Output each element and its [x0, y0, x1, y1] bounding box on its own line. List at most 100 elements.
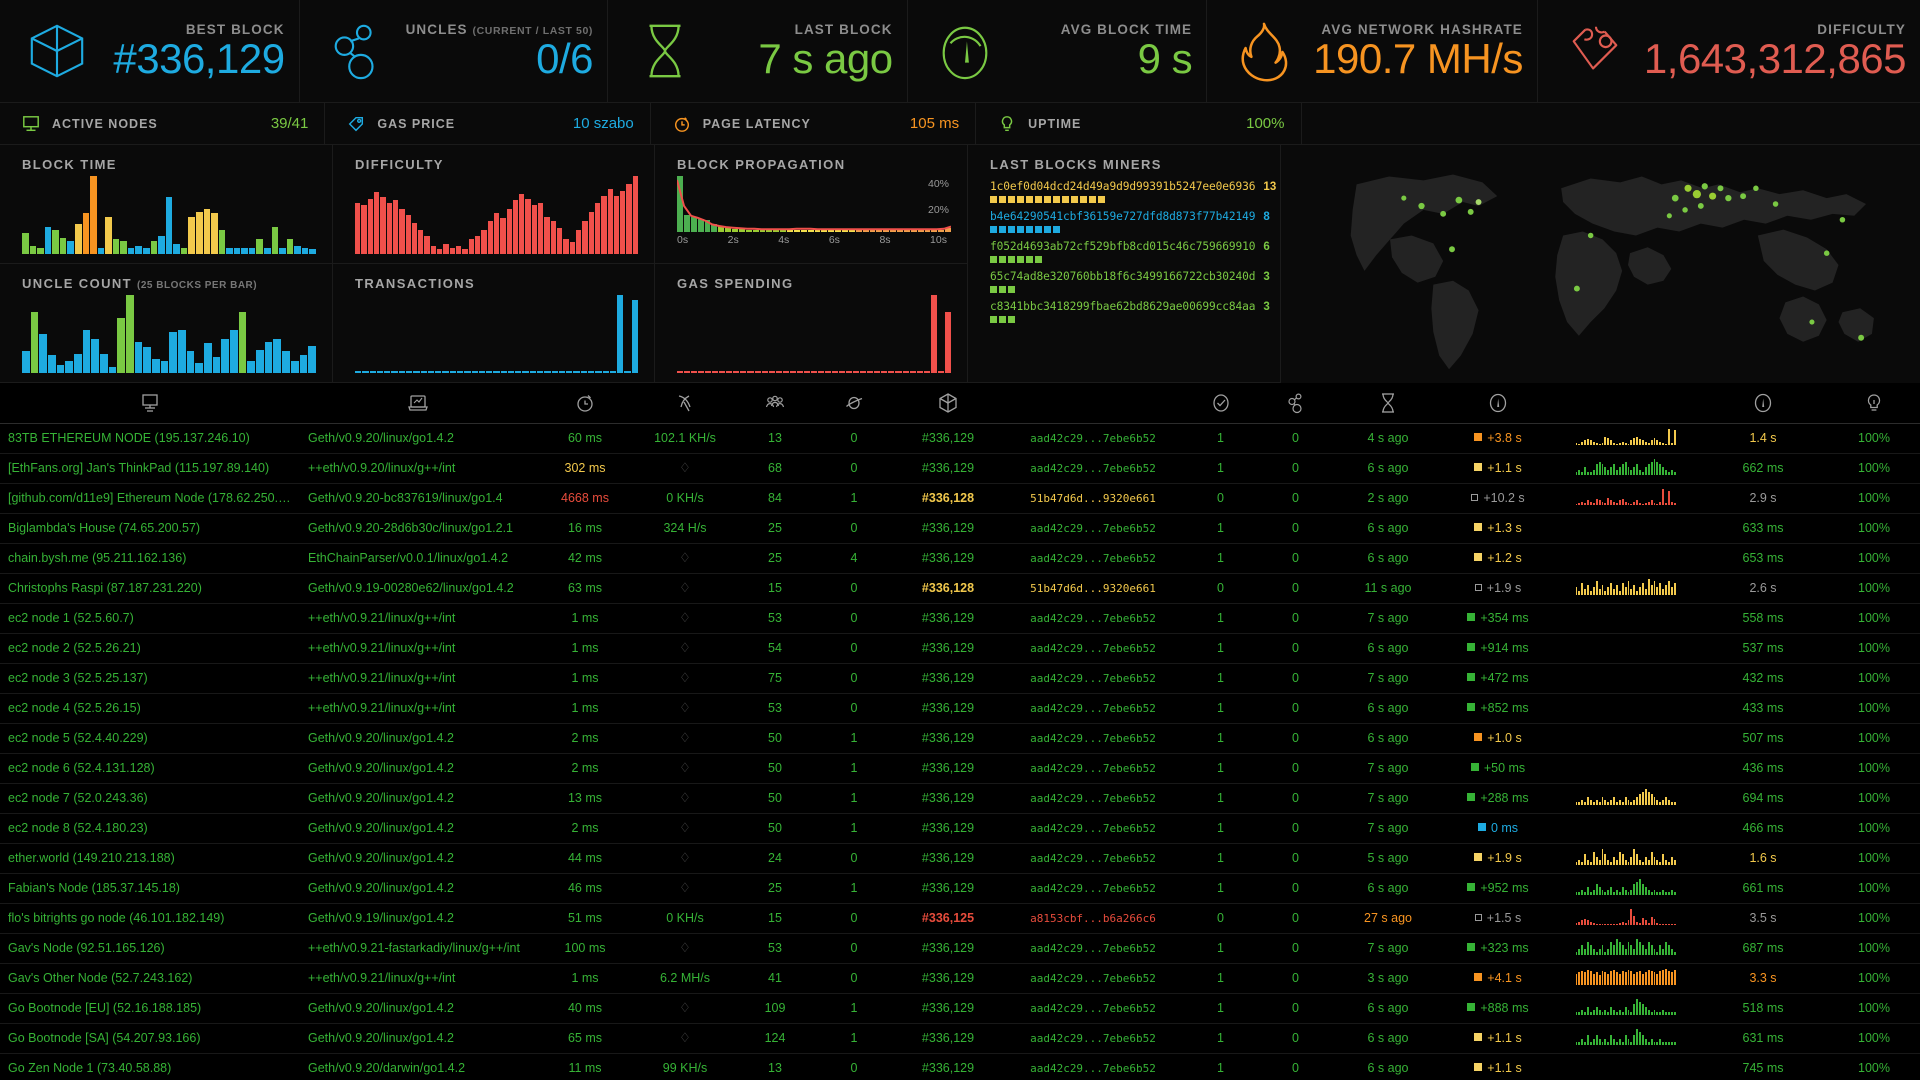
node-uptime-cell: 100% — [1828, 933, 1920, 963]
table-row[interactable]: ec2 node 4 (52.5.26.15)++eth/v0.9.21/lin… — [0, 693, 1920, 723]
chart-bar — [595, 371, 601, 373]
node-latency-cell: 11 ms — [535, 1053, 635, 1077]
table-row[interactable]: [github.com/d11e9] Ethereum Node (178.62… — [0, 483, 1920, 513]
node-pending-cell: 1 — [815, 813, 893, 843]
table-row[interactable]: ec2 node 3 (52.5.25.137)++eth/v0.9.21/li… — [0, 663, 1920, 693]
node-transactions-cell: 1 — [1183, 663, 1258, 693]
th-block-number[interactable] — [893, 383, 1003, 423]
chart-bar — [684, 371, 690, 373]
table-row[interactable]: ec2 node 2 (52.5.26.21)++eth/v0.9.21/lin… — [0, 633, 1920, 663]
chart-bar — [377, 371, 383, 373]
node-block-number-cell: #336,129 — [893, 933, 1003, 963]
chart-bar — [931, 295, 937, 373]
chart-title: DIFFICULTY — [355, 157, 638, 172]
node-pending-cell: 0 — [815, 1053, 893, 1077]
node-transactions-cell: 0 — [1183, 483, 1258, 513]
node-uptime-cell: 100% — [1828, 603, 1920, 633]
chart-bar — [811, 371, 817, 373]
th-pending[interactable] — [815, 383, 893, 423]
th-block-time[interactable] — [1698, 383, 1828, 423]
chart-bar — [582, 221, 587, 254]
node-pending-cell: 0 — [815, 663, 893, 693]
node-block-time-cell: 694 ms — [1698, 783, 1828, 813]
table-row[interactable]: Gav's Node (92.51.165.126)++eth/v0.9.21-… — [0, 933, 1920, 963]
node-pending-cell: 0 — [815, 633, 893, 663]
table-row[interactable]: ec2 node 8 (52.4.180.23)Geth/v0.9.20/lin… — [0, 813, 1920, 843]
no-mining-icon: ♢ — [679, 460, 691, 475]
th-uncles[interactable] — [1258, 383, 1333, 423]
node-hashrate-cell: ♢ — [635, 603, 735, 633]
no-mining-icon: ♢ — [679, 640, 691, 655]
th-transactions[interactable] — [1183, 383, 1258, 423]
axis-tick-label: 2s — [728, 234, 739, 246]
table-row[interactable]: [EthFans.org] Jan's ThinkPad (115.197.89… — [0, 453, 1920, 483]
node-transactions-cell: 1 — [1183, 1023, 1258, 1053]
th-hashrate[interactable] — [635, 383, 735, 423]
table-row[interactable]: Fabian's Node (185.37.145.18)Geth/v0.9.2… — [0, 873, 1920, 903]
th-uptime[interactable] — [1828, 383, 1920, 423]
node-latency-cell: 4668 ms — [535, 483, 635, 513]
node-uncles-cell: 0 — [1258, 813, 1333, 843]
th-node-type[interactable] — [300, 383, 535, 423]
node-hashrate-cell: 6.2 MH/s — [635, 963, 735, 993]
node-hashrate-cell: ♢ — [635, 543, 735, 573]
table-row[interactable]: chain.bysh.me (95.211.162.136)EthChainPa… — [0, 543, 1920, 573]
node-name-cell: Gav's Other Node (52.7.243.162) — [0, 963, 300, 993]
th-latency[interactable] — [535, 383, 635, 423]
table-row[interactable]: Christophs Raspi (87.187.231.220)Geth/v0… — [0, 573, 1920, 603]
th-node-name[interactable] — [0, 383, 300, 423]
table-row[interactable]: ec2 node 6 (52.4.131.128)Geth/v0.9.20/li… — [0, 753, 1920, 783]
miner-item[interactable]: f052d4693ab72cf529bfb8cd015c46c759669910… — [990, 240, 1262, 263]
chart-bar — [677, 371, 683, 373]
miner-item[interactable]: b4e64290541cbf36159e727dfd8d873f77b42149… — [990, 210, 1262, 233]
chart-title: BLOCK TIME — [22, 157, 316, 172]
chart-bar — [391, 371, 397, 373]
chart-bar — [302, 248, 309, 254]
node-uptime-cell: 100% — [1828, 663, 1920, 693]
node-propagation-cell: +10.2 s — [1443, 483, 1553, 513]
miner-item[interactable]: 1c0ef0d04dcd24d49a9d9d99391b5247ee0e6936… — [990, 180, 1262, 203]
th-block-hash[interactable] — [1003, 383, 1183, 423]
node-block-hash-cell: 51b47d6d...9320e661 — [1003, 483, 1183, 513]
node-name-cell: Go Bootnode [SA] (54.207.93.166) — [0, 1023, 300, 1053]
table-row[interactable]: ec2 node 1 (52.5.60.7)++eth/v0.9.21/linu… — [0, 603, 1920, 633]
node-block-hash-cell: aad42c29...7ebe6b52 — [1003, 603, 1183, 633]
chart-bar — [588, 371, 594, 373]
table-row[interactable]: Go Bootnode [EU] (52.16.188.185)Geth/v0.… — [0, 993, 1920, 1023]
panel-title: LAST BLOCKS MINERS — [990, 157, 1262, 172]
propagation-sparkline — [1576, 909, 1676, 925]
table-row[interactable]: Biglambda's House (74.65.200.57)Geth/v0.… — [0, 513, 1920, 543]
no-mining-icon: ♢ — [679, 1000, 691, 1015]
world-node-map — [1281, 145, 1920, 383]
node-hashrate-cell: ♢ — [635, 993, 735, 1023]
primary-stats-row: BEST BLOCK #336,129 UNCLES (CURRENT / LA… — [0, 0, 1920, 103]
th-propagation[interactable] — [1443, 383, 1553, 423]
node-hashrate-cell: 0 KH/s — [635, 483, 735, 513]
th-propagation-chart[interactable] — [1553, 383, 1698, 423]
miner-item[interactable]: 65c74ad8e320760bb18f6c3499166722cb30240d… — [990, 270, 1262, 293]
table-row[interactable]: ec2 node 5 (52.4.40.229)Geth/v0.9.20/lin… — [0, 723, 1920, 753]
th-last-block[interactable] — [1333, 383, 1443, 423]
node-latency-cell: 1 ms — [535, 603, 635, 633]
table-row[interactable]: ether.world (149.210.213.188)Geth/v0.9.2… — [0, 843, 1920, 873]
table-row[interactable]: Go Zen Node 1 (73.40.58.88)Geth/v0.9.20/… — [0, 1053, 1920, 1077]
table-row[interactable]: flo's bitrights go node (46.101.182.149)… — [0, 903, 1920, 933]
nodes-table-container[interactable]: 83TB ETHEREUM NODE (195.137.246.10)Geth/… — [0, 383, 1920, 1077]
node-uptime-cell: 100% — [1828, 1023, 1920, 1053]
th-peers[interactable] — [735, 383, 815, 423]
node-name-cell: Gav's Node (92.51.165.126) — [0, 933, 300, 963]
nodes-table: 83TB ETHEREUM NODE (195.137.246.10)Geth/… — [0, 383, 1920, 1077]
chart-bar — [98, 248, 105, 254]
table-row[interactable]: ec2 node 7 (52.0.243.36)Geth/v0.9.20/lin… — [0, 783, 1920, 813]
chart-bar — [83, 213, 90, 254]
miner-item[interactable]: c8341bbc3418299fbae62bd8629ae00699cc84aa… — [990, 300, 1262, 323]
chart-column-3: BLOCK PROPAGATION 40% 20% 0s2s4s6s8s10s … — [655, 145, 968, 383]
table-row[interactable]: Gav's Other Node (52.7.243.162)++eth/v0.… — [0, 963, 1920, 993]
node-block-time-cell: 537 ms — [1698, 633, 1828, 663]
chart-bar — [481, 230, 486, 254]
table-row[interactable]: Go Bootnode [SA] (54.207.93.166)Geth/v0.… — [0, 1023, 1920, 1053]
node-peers-cell: 53 — [735, 603, 815, 633]
table-row[interactable]: 83TB ETHEREUM NODE (195.137.246.10)Geth/… — [0, 423, 1920, 453]
node-peers-cell: 124 — [735, 1023, 815, 1053]
node-uncles-cell: 0 — [1258, 783, 1333, 813]
